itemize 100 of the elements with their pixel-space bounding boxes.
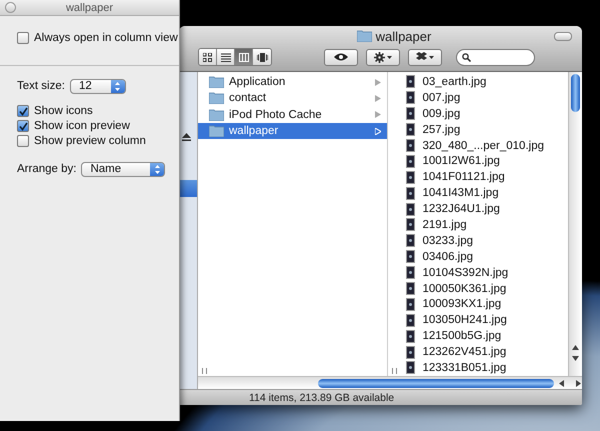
file-row[interactable]: 007.jpg bbox=[388, 90, 568, 106]
checkbox[interactable] bbox=[17, 32, 29, 44]
column-resize-handle[interactable] bbox=[202, 368, 207, 374]
checkbox-label: Show preview column bbox=[34, 135, 146, 147]
file-row[interactable]: 1041F01121.jpg bbox=[388, 169, 568, 186]
file-name: 007.jpg bbox=[422, 92, 462, 104]
file-row[interactable]: 257.jpg bbox=[388, 122, 568, 138]
scroll-thumb[interactable] bbox=[318, 378, 554, 388]
file-row[interactable]: 03_earth.jpg bbox=[388, 74, 568, 90]
view-mode-button[interactable] bbox=[253, 49, 271, 65]
image-thumbnail-icon bbox=[406, 107, 414, 120]
folder-name: contact bbox=[229, 92, 268, 104]
file-name: 123331B051.jpg bbox=[422, 362, 508, 374]
image-thumbnail-icon bbox=[406, 218, 414, 232]
folder-row[interactable]: contact bbox=[198, 90, 386, 107]
image-thumbnail-icon bbox=[406, 186, 414, 200]
scroll-arrows-icon[interactable] bbox=[558, 380, 582, 386]
image-thumbnail-icon bbox=[406, 282, 414, 296]
field-label: Arrange by: bbox=[17, 163, 76, 175]
folder-icon bbox=[209, 92, 224, 104]
gear-icon bbox=[374, 52, 385, 62]
horizontal-scrollbar[interactable] bbox=[198, 376, 582, 389]
file-name: 03406.jpg bbox=[422, 250, 474, 263]
caret-icon bbox=[429, 56, 434, 58]
file-name: 257.jpg bbox=[422, 124, 462, 136]
file-name: 1041I43M1.jpg bbox=[422, 187, 500, 200]
file-name: 103050H241.jpg bbox=[422, 314, 508, 326]
disclosure-arrow-icon bbox=[374, 128, 380, 135]
stepper-icon bbox=[150, 162, 164, 176]
column-view-icon bbox=[238, 52, 248, 62]
image-thumbnail-icon bbox=[406, 123, 414, 136]
image-thumbnail-icon bbox=[406, 298, 414, 311]
image-thumbnail-icon bbox=[406, 139, 414, 152]
folder-row[interactable]: Application bbox=[198, 74, 386, 90]
text-size-popup[interactable]: 12 bbox=[70, 78, 126, 94]
file-row[interactable]: 100093KX1.jpg bbox=[388, 296, 568, 312]
eye-icon bbox=[334, 53, 348, 61]
scroll-thumb[interactable] bbox=[571, 74, 580, 112]
file-row[interactable]: 320_480_...per_010.jpg bbox=[388, 138, 568, 154]
file-name: 100093KX1.jpg bbox=[422, 298, 502, 310]
folder-name: iPod Photo Cache bbox=[229, 108, 323, 121]
file-name: 100050K361.jpg bbox=[422, 282, 508, 295]
file-row[interactable]: 100050K361.jpg bbox=[388, 280, 568, 296]
file-row[interactable]: 1041I43M1.jpg bbox=[388, 185, 568, 202]
scroll-arrows-icon[interactable] bbox=[572, 344, 580, 362]
image-thumbnail-icon bbox=[406, 170, 414, 184]
field-label: Text size: bbox=[17, 80, 65, 92]
file-row[interactable]: 1001I2W61.jpg bbox=[388, 153, 568, 170]
file-row[interactable]: 009.jpg bbox=[388, 106, 568, 122]
file-name: 10104S392N.jpg bbox=[422, 266, 510, 279]
search-field[interactable] bbox=[456, 48, 535, 66]
icon-view-icon bbox=[203, 52, 212, 62]
image-thumbnail-icon bbox=[406, 250, 414, 264]
file-name: 03_earth.jpg bbox=[422, 76, 488, 88]
file-name: 1041F01121.jpg bbox=[422, 171, 506, 184]
panel-title: wallpaper bbox=[66, 2, 114, 14]
cover-flow-view-icon bbox=[256, 52, 268, 62]
disclosure-arrow-icon bbox=[374, 94, 380, 102]
folder-icon bbox=[356, 30, 372, 42]
file-row[interactable]: 123331B051.jpg bbox=[388, 360, 568, 376]
caret-icon bbox=[387, 56, 392, 58]
checkbox-label: Show icon preview bbox=[34, 120, 130, 132]
file-name: 1232J64U1.jpg bbox=[422, 203, 501, 216]
folder-icon bbox=[209, 125, 224, 138]
toolbar-toggle-button[interactable] bbox=[554, 32, 572, 41]
view-mode-button[interactable] bbox=[199, 49, 217, 65]
arrange-by-popup[interactable]: Name bbox=[81, 162, 166, 176]
file-name: 121500b5G.jpg bbox=[422, 330, 502, 342]
checkbox[interactable] bbox=[17, 135, 29, 147]
file-row[interactable]: 103050H241.jpg bbox=[388, 312, 568, 328]
checkbox[interactable] bbox=[17, 120, 29, 132]
checkbox-label: Show icons bbox=[34, 105, 93, 117]
image-thumbnail-icon bbox=[406, 202, 414, 216]
file-row[interactable]: 03233.jpg bbox=[388, 232, 568, 249]
search-icon bbox=[462, 52, 471, 62]
file-row[interactable]: 03406.jpg bbox=[388, 248, 568, 265]
image-thumbnail-icon bbox=[406, 361, 414, 374]
folder-row[interactable]: wallpaper bbox=[198, 122, 386, 140]
close-button[interactable] bbox=[5, 2, 16, 13]
file-name: 2191.jpg bbox=[422, 218, 468, 231]
action-menu-button[interactable] bbox=[366, 48, 400, 66]
file-row[interactable]: 10104S392N.jpg bbox=[388, 264, 568, 281]
image-thumbnail-icon bbox=[406, 266, 414, 280]
file-row[interactable]: 123262V451.jpg bbox=[388, 344, 568, 360]
column-resize-handle[interactable] bbox=[392, 368, 396, 374]
disclosure-arrow-icon bbox=[374, 111, 380, 118]
file-name: 03233.jpg bbox=[422, 234, 474, 247]
file-row[interactable]: 2191.jpg bbox=[388, 217, 568, 233]
view-mode-button[interactable] bbox=[235, 49, 253, 65]
image-thumbnail-icon bbox=[406, 330, 414, 343]
quick-look-button[interactable] bbox=[324, 48, 358, 66]
view-mode-button[interactable] bbox=[217, 49, 235, 65]
dropbox-menu-button[interactable] bbox=[408, 48, 442, 66]
window-title: wallpaper bbox=[376, 28, 432, 44]
vertical-scrollbar[interactable] bbox=[568, 72, 582, 376]
file-row[interactable]: 1232J64U1.jpg bbox=[388, 201, 568, 218]
file-row[interactable]: 121500b5G.jpg bbox=[388, 328, 568, 344]
file-name: 1001I2W61.jpg bbox=[422, 155, 501, 168]
folder-row[interactable]: iPod Photo Cache bbox=[198, 106, 386, 123]
checkbox[interactable] bbox=[17, 105, 29, 117]
